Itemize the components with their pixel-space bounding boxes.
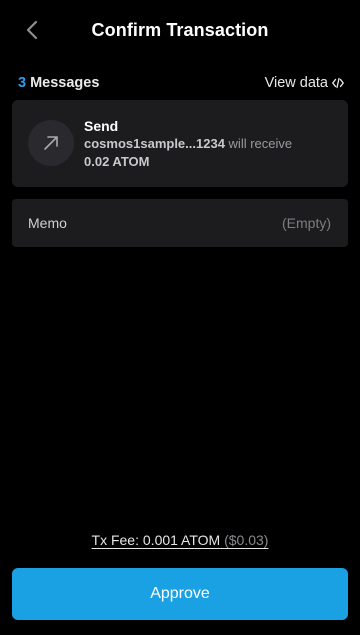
memo-field[interactable]: Memo (Empty)	[12, 199, 348, 247]
header: Confirm Transaction	[0, 0, 360, 60]
messages-label: Messages	[30, 75, 100, 91]
fee-amount: 0.001 ATOM	[142, 532, 221, 548]
memo-value: (Empty)	[282, 215, 331, 231]
memo-label: Memo	[28, 215, 67, 231]
view-data-label: View data	[264, 75, 328, 91]
tx-fee-link: Tx Fee: 0.001 ATOM ($0.03)	[92, 532, 269, 548]
recipient-address: cosmos1sample...1234	[84, 136, 225, 151]
arrow-up-right-icon	[44, 136, 58, 150]
tx-fee[interactable]: Tx Fee: 0.001 ATOM ($0.03)	[0, 532, 360, 548]
messages-count: 3	[18, 75, 27, 91]
approve-button[interactable]: Approve	[12, 568, 348, 620]
action-text: will receive	[228, 136, 293, 151]
transaction-details: Send cosmos1sample...1234 will receive 0…	[84, 117, 334, 171]
transaction-amount: 0.02 ATOM	[84, 154, 150, 169]
transaction-recipient-line: cosmos1sample...1234 will receive	[84, 135, 334, 153]
confirm-transaction-screen: Confirm Transaction 3 Messages View data …	[0, 0, 360, 635]
fee-label: Tx Fee:	[91, 532, 139, 548]
view-data-link[interactable]: View data	[265, 75, 344, 91]
messages-summary: 3 Messages	[18, 75, 99, 91]
transaction-card: Send cosmos1sample...1234 will receive 0…	[12, 100, 348, 187]
messages-row: 3 Messages View data	[18, 74, 344, 92]
page-title: Confirm Transaction	[91, 20, 269, 40]
fee-usd: ($0.03)	[224, 532, 269, 548]
transaction-amount-line: 0.02 ATOM	[84, 153, 334, 171]
send-icon-container	[28, 120, 74, 166]
transaction-type: Send	[84, 118, 119, 134]
code-icon	[332, 77, 344, 89]
